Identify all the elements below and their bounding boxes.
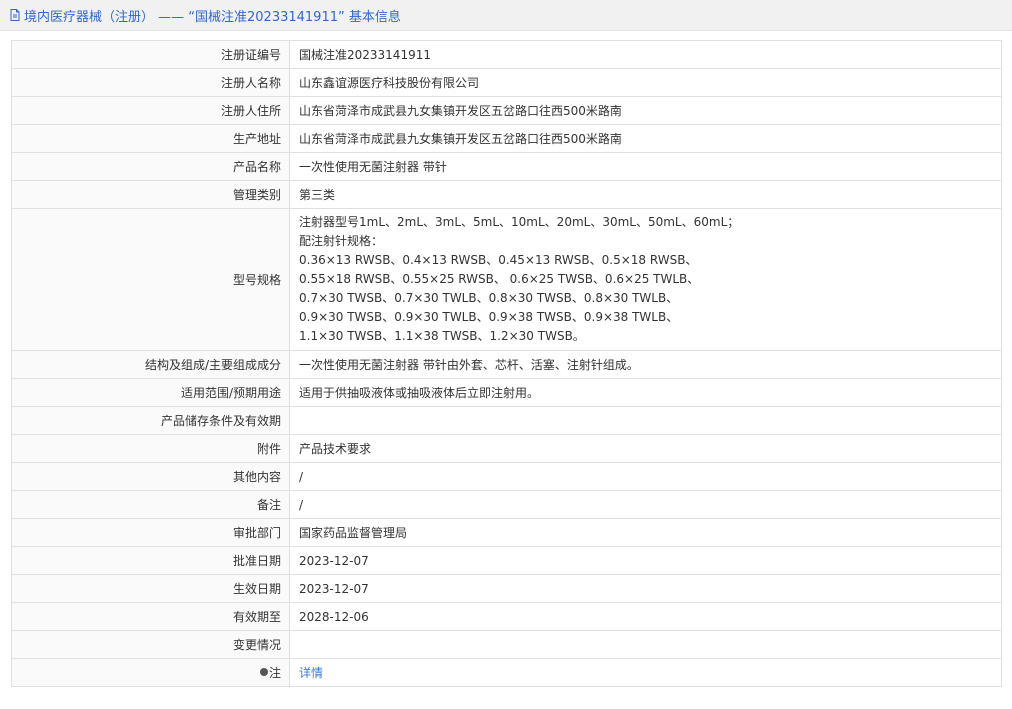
- spec-line: 配注射针规格：: [299, 234, 384, 248]
- table-row: 结构及组成/主要组成成分 一次性使用无菌注射器 带针由外套、芯杆、活塞、注射针组成…: [11, 350, 1002, 379]
- spec-value: 注射器型号1mL、2mL、3mL、5mL、10mL、20mL、30mL、50mL…: [289, 208, 1002, 351]
- table-row: 生效日期 2023-12-07: [11, 574, 1002, 603]
- row-value: 山东鑫谊源医疗科技股份有限公司: [289, 68, 1002, 97]
- row-value: 一次性使用无菌注射器 带针由外套、芯杆、活塞、注射针组成。: [289, 350, 1002, 379]
- page-header: 境内医疗器械（注册） —— “国械注准20233141911” 基本信息: [0, 0, 1012, 31]
- row-value: 国械注准20233141911: [289, 40, 1002, 69]
- row-label: 注册人住所: [11, 96, 290, 125]
- row-value: [289, 406, 1002, 435]
- table-row: 产品名称 一次性使用无菌注射器 带针: [11, 152, 1002, 181]
- row-label: 产品储存条件及有效期: [11, 406, 290, 435]
- row-value: 2023-12-07: [289, 546, 1002, 575]
- row-value: 适用于供抽吸液体或抽吸液体后立即注射用。: [289, 378, 1002, 407]
- row-value: 2028-12-06: [289, 602, 1002, 631]
- row-label: 注册人名称: [11, 68, 290, 97]
- table-row: 产品储存条件及有效期: [11, 406, 1002, 435]
- row-value: 山东省菏泽市成武县九女集镇开发区五岔路口往西500米路南: [289, 96, 1002, 125]
- row-value: /: [289, 490, 1002, 519]
- row-value: 山东省菏泽市成武县九女集镇开发区五岔路口往西500米路南: [289, 124, 1002, 153]
- row-value: 2023-12-07: [289, 574, 1002, 603]
- table-row: 附件 产品技术要求: [11, 434, 1002, 463]
- table-row-note: 注 详情: [11, 658, 1002, 687]
- table-row: 生产地址 山东省菏泽市成武县九女集镇开发区五岔路口往西500米路南: [11, 124, 1002, 153]
- table-row: 注册证编号 国械注准20233141911: [11, 40, 1002, 69]
- row-label: 其他内容: [11, 462, 290, 491]
- info-table-container: 注册证编号 国械注准20233141911 注册人名称 山东鑫谊源医疗科技股份有限公…: [11, 40, 1002, 687]
- table-row: 注册人住所 山东省菏泽市成武县九女集镇开发区五岔路口往西500米路南: [11, 96, 1002, 125]
- row-label: 审批部门: [11, 518, 290, 547]
- table-row: 适用范围/预期用途 适用于供抽吸液体或抽吸液体后立即注射用。: [11, 378, 1002, 407]
- table-row: 注册人名称 山东鑫谊源医疗科技股份有限公司: [11, 68, 1002, 97]
- row-label: 产品名称: [11, 152, 290, 181]
- table-row: 审批部门 国家药品监督管理局: [11, 518, 1002, 547]
- table-row: 备注 /: [11, 490, 1002, 519]
- row-value: 产品技术要求: [289, 434, 1002, 463]
- row-label: 型号规格: [11, 208, 290, 351]
- table-row: 管理类别 第三类: [11, 180, 1002, 209]
- note-value-cell: 详情: [289, 658, 1002, 687]
- row-label: 注册证编号: [11, 40, 290, 69]
- row-label: 变更情况: [11, 630, 290, 659]
- row-label: 生效日期: [11, 574, 290, 603]
- spec-line: 1.1×30 TWSB、1.1×38 TWSB、1.2×30 TWSB。: [299, 329, 585, 343]
- spec-line: 0.7×30 TWSB、0.7×30 TWLB、0.8×30 TWSB、0.8×…: [299, 291, 679, 305]
- document-icon: [8, 8, 22, 22]
- row-label: 生产地址: [11, 124, 290, 153]
- page-title: 境内医疗器械（注册） —— “国械注准20233141911” 基本信息: [24, 9, 401, 25]
- info-table: 注册证编号 国械注准20233141911 注册人名称 山东鑫谊源医疗科技股份有限公…: [11, 40, 1002, 687]
- row-label: 批准日期: [11, 546, 290, 575]
- pin-icon: [259, 668, 268, 676]
- spec-line: 0.55×18 RWSB、0.55×25 RWSB、 0.6×25 TWSB、0…: [299, 272, 700, 286]
- row-label: 有效期至: [11, 602, 290, 631]
- table-row: 其他内容 /: [11, 462, 1002, 491]
- row-label: 结构及组成/主要组成成分: [11, 350, 290, 379]
- table-row-spec: 型号规格 注射器型号1mL、2mL、3mL、5mL、10mL、20mL、30mL…: [11, 208, 1002, 351]
- row-value: 国家药品监督管理局: [289, 518, 1002, 547]
- row-value: 一次性使用无菌注射器 带针: [289, 152, 1002, 181]
- row-value: [289, 630, 1002, 659]
- note-label-cell: 注: [11, 658, 290, 687]
- spec-line: 注射器型号1mL、2mL、3mL、5mL、10mL、20mL、30mL、50mL…: [299, 215, 740, 229]
- row-label: 备注: [11, 490, 290, 519]
- row-label: 适用范围/预期用途: [11, 378, 290, 407]
- table-row: 变更情况: [11, 630, 1002, 659]
- spec-line: 0.9×30 TWSB、0.9×30 TWLB、0.9×38 TWSB、0.9×…: [299, 310, 679, 324]
- row-value: 第三类: [289, 180, 1002, 209]
- table-row: 有效期至 2028-12-06: [11, 602, 1002, 631]
- row-value: /: [289, 462, 1002, 491]
- table-row: 批准日期 2023-12-07: [11, 546, 1002, 575]
- row-label: 管理类别: [11, 180, 290, 209]
- row-label: 附件: [11, 434, 290, 463]
- spec-line: 0.36×13 RWSB、0.4×13 RWSB、0.45×13 RWSB、0.…: [299, 253, 698, 267]
- note-label: 注: [268, 666, 281, 680]
- details-link[interactable]: 详情: [299, 666, 323, 680]
